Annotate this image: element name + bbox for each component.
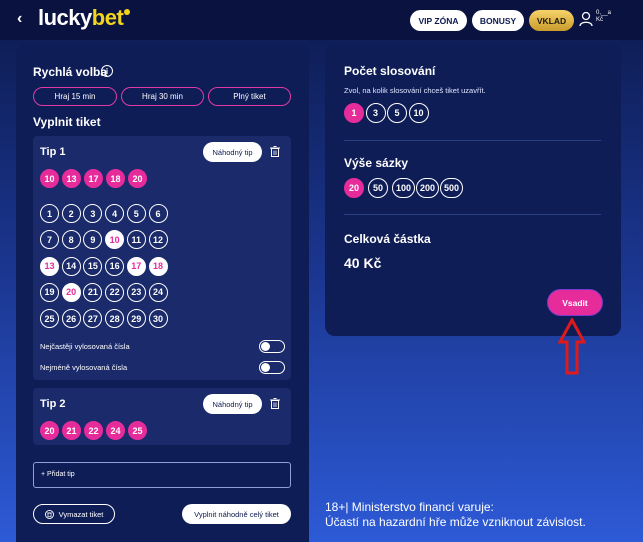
tip1-grid-number[interactable]: 16 [105,256,125,276]
stake-option[interactable]: 50 [368,178,388,198]
fill-ticket-title: Vyplnit tiket [33,115,101,129]
clear-ticket-button[interactable]: Vymazat tiket [33,504,115,524]
tip1-grid-number[interactable]: 18 [148,256,168,276]
tip1-grid-number[interactable]: 14 [61,256,81,276]
tip1-grid-number[interactable]: 4 [105,204,125,223]
draw-option[interactable]: 10 [408,103,429,123]
back-arrow-icon[interactable]: ‹ [17,10,22,28]
top-bar: ‹ luckybet VIP ZÓNA BONUSY VKLAD 0,__a K… [0,0,643,40]
tip1-grid-number[interactable]: 17 [126,256,146,276]
tip2-label: Tip 2 [40,398,66,410]
draws-subtitle: Zvol, na kolik slosování chceš tiket uza… [344,86,486,95]
tip1-grid-number[interactable]: 24 [148,282,168,302]
quick-option-15min[interactable]: Hraj 15 min [33,87,117,106]
least-numbers-label: Nejméně vylosovaná čísla [40,363,128,372]
quick-option-30min[interactable]: Hraj 30 min [121,87,204,106]
stake-option[interactable]: 100 [392,178,415,198]
user-balance[interactable]: 0,__a Kč [596,10,611,24]
disclaimer-line2: Účastí na hazardní hře může vzniknout zá… [325,515,586,529]
user-balance-line2: Kč [596,17,604,23]
user-balance-line1: 0,__a [596,10,612,16]
tip1-grid-number[interactable]: 22 [105,282,125,302]
tip1-selected-number[interactable]: 17 [84,169,103,188]
tip1-selected-number[interactable]: 10 [40,169,59,188]
tip2-selected-number[interactable]: 25 [128,421,147,440]
tip1-grid-number[interactable]: 5 [126,204,146,223]
tip1-trash-icon[interactable] [270,146,280,157]
draw-option[interactable]: 3 [365,103,386,123]
frequent-numbers-label: Nejčastěji vylosovaná čísla [40,342,130,351]
bonus-button[interactable]: BONUSY [472,10,524,31]
tip1-grid-number[interactable]: 11 [126,230,146,250]
gambling-disclaimer: 18+| Ministerstvo financí varuje: Účastí… [325,500,586,530]
tip2-random-button[interactable]: Náhodný tip [203,394,262,414]
tip1-grid-number[interactable]: 13 [40,256,59,276]
trash-icon [44,509,54,519]
deposit-button[interactable]: VKLAD [529,10,574,31]
quick-choice-title: Rychlá volba [33,65,108,79]
frequent-numbers-toggle[interactable] [259,340,285,353]
tip1-grid-number[interactable]: 12 [148,230,168,250]
tip1-grid-number[interactable]: 23 [126,282,146,302]
clear-ticket-label: Vymazat tiket [58,509,104,519]
tip1-selected-number[interactable]: 18 [106,169,125,188]
logo-bet: bet [91,5,124,30]
tip1-grid-number[interactable]: 29 [126,309,146,329]
draw-option[interactable]: 5 [387,103,407,123]
bet-button[interactable]: Vsadit [548,290,602,315]
tip1-label: Tip 1 [40,146,66,158]
tip2-trash-icon[interactable] [270,398,280,409]
tip2-selected-number[interactable]: 22 [84,421,103,440]
disclaimer-line1: 18+| Ministerstvo financí varuje: [325,500,494,514]
total-title: Celková částka [344,232,431,246]
tip1-grid-number[interactable]: 8 [61,230,81,250]
stake-title: Výše sázky [344,156,409,170]
draw-option[interactable]: 1 [344,103,364,123]
quick-option-full[interactable]: Plný tiket [208,87,291,106]
tip1-grid-number[interactable]: 19 [40,282,59,302]
tip1-grid-number[interactable]: 2 [61,204,81,223]
least-numbers-toggle[interactable] [259,361,285,374]
luckybet-logo[interactable]: luckybet [38,5,131,31]
tip2-selected-number[interactable]: 20 [40,421,59,440]
tip2-selected-number[interactable]: 21 [62,421,81,440]
vip-zone-button[interactable]: VIP ZÓNA [410,10,467,31]
user-icon[interactable] [579,11,593,27]
tip1-grid-number[interactable]: 15 [83,256,103,276]
tip2-selected-number[interactable]: 24 [106,421,125,440]
total-amount: 40 Kč [344,255,382,271]
divider [344,140,601,141]
tip1-selected-number[interactable]: 20 [128,169,147,188]
add-tip-button[interactable]: + Přidat tip [33,462,291,488]
tip1-grid-number[interactable]: 26 [61,309,81,329]
stake-option[interactable]: 20 [344,178,364,198]
logo-lucky: lucky [38,5,92,30]
draws-title: Počet slosování [344,64,436,78]
arrow-up-icon [558,318,586,375]
logo-dot-icon [124,9,131,15]
info-icon[interactable]: i [101,65,113,77]
tip1-grid-number[interactable]: 30 [148,309,168,329]
tip1-grid-number[interactable]: 1 [40,204,59,223]
tip1-random-button[interactable]: Náhodný tip [203,142,262,162]
random-full-ticket-button[interactable]: Vyplnit náhodně celý tiket [182,504,291,524]
tip1-grid-number[interactable]: 20 [61,282,81,302]
tip1-selected-number[interactable]: 13 [62,169,81,188]
divider [344,214,601,215]
stake-option[interactable]: 200 [416,178,439,198]
tip1-grid-number[interactable]: 6 [148,204,168,223]
stake-option[interactable]: 500 [440,178,463,198]
